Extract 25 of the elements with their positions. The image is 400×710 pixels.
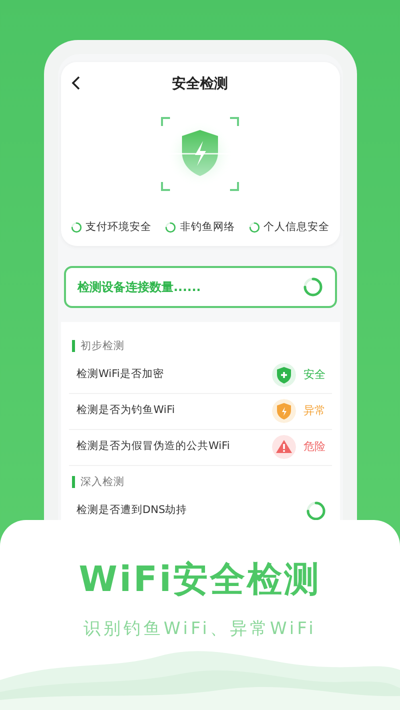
banner-subline: 识别钓鱼WiFi、异常WiFi (84, 618, 316, 640)
shield-bolt-icon (272, 399, 296, 424)
check-label: 非钓鱼网络 (180, 220, 235, 235)
result-label: 异常 (304, 403, 326, 419)
shield-icon (160, 116, 240, 192)
section-title: 深入检测 (72, 476, 332, 488)
check-item-label: 检测是否遭到DNS劫持 (76, 503, 188, 518)
spinner-icon (248, 222, 260, 234)
check-item-label: 检测是否为假冒伪造的公共WiFi (76, 439, 230, 454)
scan-status-text: 检测设备连接数量...... (78, 278, 201, 296)
result-label: 危险 (304, 439, 326, 455)
spinner-icon (165, 222, 176, 234)
check-label: 个人信息安全 (264, 220, 330, 235)
spinner-icon (302, 276, 322, 297)
section-title: 初步检测 (72, 340, 332, 352)
shield-plus-icon (272, 363, 296, 388)
warning-icon (272, 435, 296, 460)
check-item-label: 检测是否为钓鱼WiFi (76, 403, 175, 418)
check-item-label: 检测WiFi是否加密 (76, 367, 164, 382)
screen-title: 安全检测 (172, 76, 228, 92)
banner-headline: WiFi安全检测 (78, 559, 322, 602)
spinner-icon (70, 222, 82, 234)
back-icon[interactable] (70, 76, 80, 90)
check-label: 支付环境安全 (86, 220, 152, 235)
result-label: 安全 (304, 367, 326, 383)
